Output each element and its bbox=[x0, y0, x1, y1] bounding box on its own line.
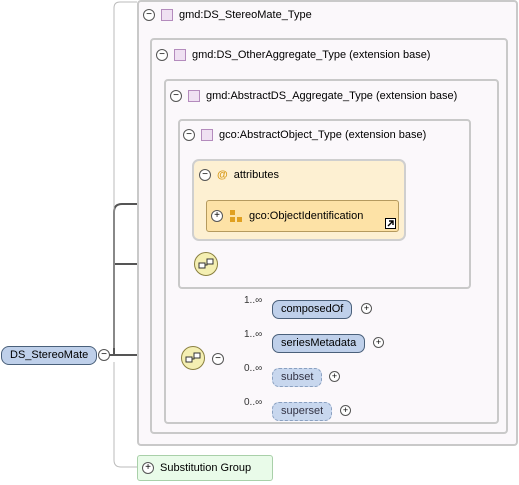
complex-type-icon bbox=[174, 49, 186, 61]
substitution-group-box[interactable]: + Substitution Group bbox=[137, 455, 273, 481]
line-to-substitution-group bbox=[113, 362, 138, 468]
sequence-compositor-icon[interactable] bbox=[181, 346, 205, 370]
collapse-toggle[interactable]: − bbox=[170, 90, 182, 102]
collapse-toggle[interactable]: − bbox=[143, 9, 155, 21]
attribute-group-label: gco:ObjectIdentification bbox=[249, 210, 364, 222]
root-label: DS_StereoMate bbox=[10, 349, 89, 361]
element-subset[interactable]: subset bbox=[272, 368, 323, 387]
collapse-toggle[interactable]: − bbox=[98, 349, 110, 361]
expand-toggle[interactable]: + bbox=[361, 303, 372, 314]
substitution-group-label: Substitution Group bbox=[160, 462, 252, 474]
collapse-toggle[interactable]: − bbox=[212, 353, 224, 365]
complex-type-icon bbox=[201, 129, 213, 141]
collapse-toggle[interactable]: − bbox=[199, 169, 211, 181]
complex-type-icon bbox=[161, 9, 173, 21]
element-seriesMetadata[interactable]: seriesMetadata bbox=[272, 334, 366, 353]
expand-toggle[interactable]: + bbox=[329, 371, 340, 382]
expand-toggle[interactable]: + bbox=[211, 210, 223, 222]
element-superset[interactable]: superset bbox=[272, 402, 333, 421]
attribute-group-icon bbox=[230, 210, 242, 222]
expand-toggle[interactable]: + bbox=[373, 337, 384, 348]
cardinality: 1..∞ bbox=[244, 329, 263, 340]
element-label: seriesMetadata bbox=[281, 337, 357, 349]
reference-arrow-icon[interactable] bbox=[385, 218, 396, 229]
type-label: gmd:DS_OtherAggregate_Type (extension ba… bbox=[192, 49, 431, 61]
element-label: superset bbox=[281, 405, 324, 417]
expand-toggle[interactable]: + bbox=[340, 405, 351, 416]
element-composedOf[interactable]: composedOf bbox=[272, 300, 353, 319]
type-label: gmd:DS_StereoMate_Type bbox=[179, 9, 312, 21]
cardinality: 0..∞ bbox=[244, 363, 263, 374]
type-label: gco:AbstractObject_Type (extension base) bbox=[219, 129, 427, 141]
attributes-box: − @ attributes + gco:ObjectIdentificatio… bbox=[192, 159, 406, 241]
at-icon: @ bbox=[217, 169, 228, 181]
attribute-group-objectidentification[interactable]: + gco:ObjectIdentification bbox=[206, 200, 399, 232]
collapse-toggle[interactable]: − bbox=[183, 129, 195, 141]
collapse-toggle[interactable]: − bbox=[156, 49, 168, 61]
line-to-type bbox=[113, 1, 137, 348]
expand-toggle[interactable]: + bbox=[142, 462, 154, 474]
cardinality: 1..∞ bbox=[244, 295, 263, 306]
complex-type-icon bbox=[188, 90, 200, 102]
cardinality: 0..∞ bbox=[244, 397, 263, 408]
element-label: subset bbox=[281, 371, 314, 383]
root-element-ds-stereomate[interactable]: DS_StereoMate bbox=[1, 346, 98, 365]
element-label: composedOf bbox=[281, 303, 344, 315]
attributes-label: attributes bbox=[233, 169, 279, 181]
sequence-compositor-icon[interactable] bbox=[194, 252, 218, 276]
type-label: gmd:AbstractDS_Aggregate_Type (extension… bbox=[206, 90, 458, 102]
